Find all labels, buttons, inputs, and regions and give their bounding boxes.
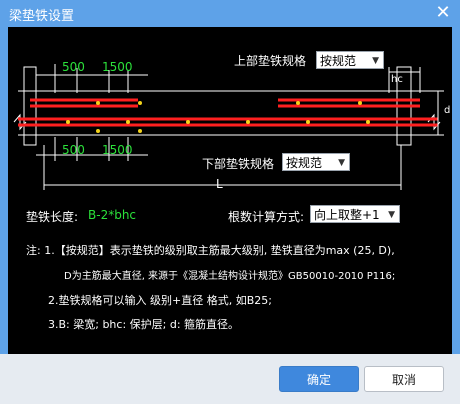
d-label: d bbox=[444, 105, 451, 116]
top-spec-label: 上部垫铁规格 bbox=[234, 54, 307, 68]
note-line-2: D为主筋最大直径, 来源于《混凝土结构设计规范》GB50010-2010 P11… bbox=[64, 271, 396, 282]
chevron-down-icon: ▼ bbox=[372, 56, 379, 66]
dot bbox=[66, 120, 70, 124]
rounding-value: 向上取整+1 bbox=[314, 208, 380, 222]
button-bar: 确定 取消 bbox=[0, 354, 460, 404]
dim-top-right-label: 1500 bbox=[102, 60, 133, 74]
top-spec-select[interactable]: 按规范 ▼ bbox=[316, 51, 384, 69]
title-bar[interactable]: 梁垫铁设置 ✕ bbox=[0, 0, 460, 27]
dialog-title: 梁垫铁设置 bbox=[9, 9, 75, 24]
bottom-spec-value: 按规范 bbox=[286, 156, 323, 170]
dot bbox=[138, 101, 142, 105]
dot bbox=[296, 101, 300, 105]
dot bbox=[246, 120, 250, 124]
hc-label: hc bbox=[391, 74, 403, 85]
note-line-1: 注: 1.【按规范】表示垫铁的级别取主筋最大级别, 垫铁直径为max (25, … bbox=[26, 244, 395, 257]
chevron-down-icon: ▼ bbox=[338, 158, 345, 168]
rounding-select[interactable]: 向上取整+1 ▼ bbox=[310, 205, 400, 223]
note-line-4: 3.B: 梁宽; bhc: 保护层; d: 箍筋直径。 bbox=[48, 318, 240, 331]
top-spec-value: 按规范 bbox=[320, 54, 357, 68]
dot bbox=[306, 120, 310, 124]
dot bbox=[96, 129, 100, 133]
length-value: B-2*bhc bbox=[88, 208, 137, 222]
L-label: L bbox=[216, 177, 223, 191]
dot bbox=[96, 101, 100, 105]
note-line-3: 2.垫铁规格可以输入 级别+直径 格式, 如B25; bbox=[48, 294, 272, 307]
cancel-button[interactable]: 取消 bbox=[364, 366, 444, 392]
rounding-label: 根数计算方式: bbox=[228, 210, 305, 224]
length-label: 垫铁长度: bbox=[26, 210, 79, 224]
dot bbox=[358, 101, 362, 105]
dot bbox=[126, 120, 130, 124]
close-icon[interactable]: ✕ bbox=[434, 4, 452, 22]
bottom-spec-label: 下部垫铁规格 bbox=[202, 157, 275, 171]
dim-bottom-left-label: 500 bbox=[62, 143, 85, 157]
dim-top-left-label: 500 bbox=[62, 60, 85, 74]
dot bbox=[138, 129, 142, 133]
dot bbox=[366, 120, 370, 124]
beam-shim-settings-dialog: 梁垫铁设置 ✕ 500 1500 上部垫铁规格 按规范 ▼ hc d 500 1… bbox=[0, 0, 460, 404]
bottom-spec-select[interactable]: 按规范 ▼ bbox=[282, 153, 350, 171]
ok-button[interactable]: 确定 bbox=[279, 366, 359, 392]
settings-panel: 500 1500 上部垫铁规格 按规范 ▼ hc d 500 1500 下部垫铁… bbox=[8, 27, 452, 354]
chevron-down-icon: ▼ bbox=[388, 210, 395, 220]
dim-bottom-right-label: 1500 bbox=[102, 143, 133, 157]
dot bbox=[186, 120, 190, 124]
